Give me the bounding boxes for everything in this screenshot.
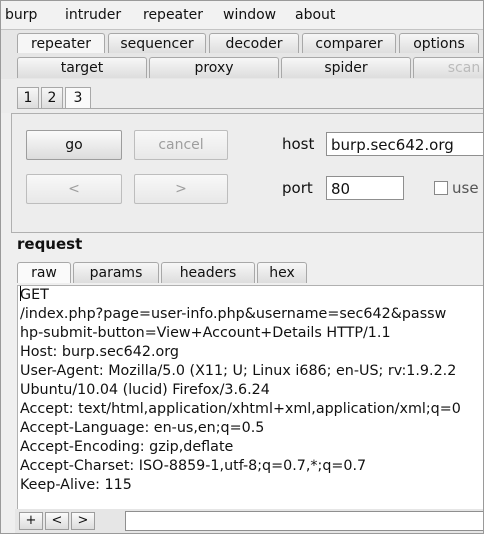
tab-spider[interactable]: spider <box>281 57 411 78</box>
request-line: Accept-Charset: ISO-8859-1,utf-8;q=0.7,*… <box>20 458 367 474</box>
sub-tab-row: 1 2 3 <box>1 79 483 113</box>
sub-tab-2[interactable]: 2 <box>41 87 63 108</box>
go-button[interactable]: go <box>26 130 122 160</box>
burp-window: burp intruder repeater window about repe… <box>0 0 484 534</box>
use-ssl-checkbox[interactable] <box>434 181 448 195</box>
menu-burp[interactable]: burp <box>5 7 37 23</box>
tab-headers[interactable]: headers <box>161 262 255 283</box>
search-add-button[interactable]: + <box>19 512 43 530</box>
request-tabs: raw params headers hex <box>11 260 483 284</box>
tab-repeater[interactable]: repeater <box>17 33 105 54</box>
request-line: /index.php?page=user-info.php&username=s… <box>20 306 447 322</box>
host-label: host <box>282 135 315 153</box>
request-line-text: GET <box>20 287 49 303</box>
search-input[interactable] <box>125 511 483 531</box>
port-label: port <box>282 179 313 197</box>
tab-divider <box>17 108 483 109</box>
request-line: User-Agent: Mozilla/5.0 (X11; U; Linux i… <box>20 363 457 379</box>
request-line: Accept-Encoding: gzip,deflate <box>20 439 234 455</box>
request-line: GET <box>18 286 483 305</box>
tab-params[interactable]: params <box>73 262 159 283</box>
tab-comparer[interactable]: comparer <box>302 33 396 54</box>
main-tab-row-1: repeater sequencer decoder comparer opti… <box>1 30 483 54</box>
search-next-button[interactable]: > <box>71 512 95 530</box>
tab-hex[interactable]: hex <box>257 262 307 283</box>
menu-window[interactable]: window <box>223 7 276 23</box>
sub-tab-1[interactable]: 1 <box>17 87 39 108</box>
request-line: Ubuntu/10.04 (lucid) Firefox/3.6.24 <box>20 382 270 398</box>
back-button[interactable]: < <box>26 174 122 204</box>
request-line: Accept-Language: en-us,en;q=0.5 <box>20 420 265 436</box>
tab-scanner[interactable]: scan <box>413 57 483 78</box>
tab-target[interactable]: target <box>17 57 147 78</box>
main-tab-row-2: target proxy spider scan <box>1 53 483 79</box>
menu-intruder[interactable]: intruder <box>65 7 121 23</box>
search-prev-button[interactable]: < <box>45 512 69 530</box>
menu-repeater[interactable]: repeater <box>143 7 203 23</box>
tab-sequencer[interactable]: sequencer <box>108 33 206 54</box>
tab-decoder[interactable]: decoder <box>209 33 299 54</box>
request-line: Keep-Alive: 115 <box>20 477 132 493</box>
control-panel: go cancel < > host burp.sec642.org port … <box>11 113 483 233</box>
request-line: Accept: text/html,application/xhtml+xml,… <box>20 401 461 417</box>
host-field[interactable]: burp.sec642.org <box>326 132 483 156</box>
use-label: use <box>452 179 479 197</box>
request-editor[interactable]: GET /index.php?page=user-info.php&userna… <box>17 285 483 510</box>
tab-options[interactable]: options <box>399 33 479 54</box>
request-line: hp-submit-button=View+Account+Details HT… <box>20 325 391 341</box>
forward-button[interactable]: > <box>134 174 228 204</box>
request-line: Host: burp.sec642.org <box>20 344 179 360</box>
sub-tab-3[interactable]: 3 <box>65 87 91 108</box>
cancel-button[interactable]: cancel <box>134 130 228 160</box>
menu-about[interactable]: about <box>295 7 335 23</box>
request-title: request <box>17 235 83 253</box>
menu-bar: burp intruder repeater window about <box>1 1 483 30</box>
tab-proxy[interactable]: proxy <box>149 57 279 78</box>
tab-raw[interactable]: raw <box>17 262 71 283</box>
port-field[interactable]: 80 <box>326 176 404 200</box>
search-bar: + < > <box>15 509 483 533</box>
